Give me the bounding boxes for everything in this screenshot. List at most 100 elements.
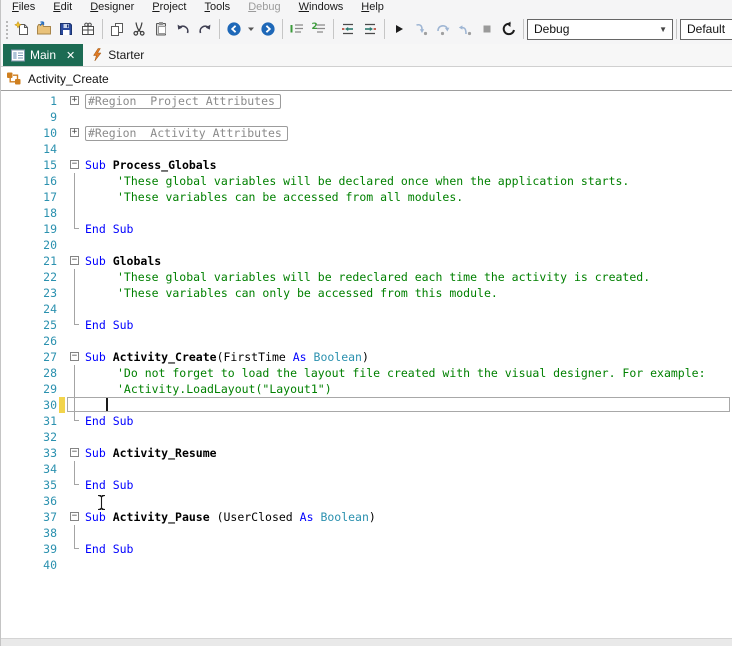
navigate-forward-button[interactable] <box>257 16 279 42</box>
line-number[interactable]: 32 <box>1 430 57 444</box>
code-line-25[interactable]: 25 End Sub <box>1 317 732 333</box>
code-line-9[interactable]: 9 <box>1 109 732 125</box>
line-number[interactable]: 33 <box>1 446 57 460</box>
toolbar-grip[interactable] <box>4 19 8 39</box>
collapse-region-icon[interactable]: − <box>70 448 79 457</box>
code-line-31[interactable]: 31 End Sub <box>1 413 732 429</box>
code-line-17[interactable]: 17 'These variables can be accessed from … <box>1 189 732 205</box>
line-number[interactable]: 29 <box>1 382 57 396</box>
code-editor[interactable]: 1 + #Region Project Attributes 9 10 + #Region … <box>1 90 732 638</box>
code-line-22[interactable]: 22 'These global variables will be redecl… <box>1 269 732 285</box>
package-button[interactable] <box>77 16 99 42</box>
line-number[interactable]: 9 <box>1 110 57 124</box>
line-number[interactable]: 30 <box>1 398 57 412</box>
code-line-24[interactable]: 24 <box>1 301 732 317</box>
line-number[interactable]: 28 <box>1 366 57 380</box>
indent-button[interactable] <box>359 16 381 42</box>
code-line-40[interactable]: 40 <box>1 557 732 573</box>
line-number[interactable]: 36 <box>1 494 57 508</box>
profile-select[interactable]: Default <box>680 18 732 40</box>
collapse-region-icon[interactable]: − <box>70 256 79 265</box>
line-number[interactable]: 23 <box>1 286 57 300</box>
line-number[interactable]: 15 <box>1 158 57 172</box>
collapsed-region-box[interactable]: #Region Project Attributes <box>85 93 281 109</box>
menu-edit[interactable]: Edit <box>44 1 81 14</box>
line-number[interactable]: 37 <box>1 510 57 524</box>
collapse-region-icon[interactable]: − <box>70 160 79 169</box>
code-line-28[interactable]: 28 'Do not forget to load the layout file… <box>1 365 732 381</box>
line-number[interactable]: 14 <box>1 142 57 156</box>
navigate-back-button[interactable] <box>223 16 245 42</box>
line-number[interactable]: 21 <box>1 254 57 268</box>
line-number[interactable]: 35 <box>1 478 57 492</box>
line-number[interactable]: 20 <box>1 238 57 252</box>
horizontal-scrollbar[interactable] <box>1 638 732 646</box>
paste-button[interactable] <box>150 16 172 42</box>
line-number[interactable]: 17 <box>1 190 57 204</box>
code-line-20[interactable]: 20 <box>1 237 732 253</box>
menu-designer[interactable]: Designer <box>81 1 143 14</box>
expand-region-icon[interactable]: + <box>70 96 79 105</box>
menu-project[interactable]: Project <box>143 1 195 14</box>
line-number[interactable]: 40 <box>1 558 57 572</box>
line-number[interactable]: 38 <box>1 526 57 540</box>
back-dropdown-button[interactable] <box>245 16 257 42</box>
line-number[interactable]: 18 <box>1 206 57 220</box>
code-line-35[interactable]: 35 End Sub <box>1 477 732 493</box>
line-number[interactable]: 22 <box>1 270 57 284</box>
code-line-14[interactable]: 14 <box>1 141 732 157</box>
code-line-16[interactable]: 16 'These global variables will be declar… <box>1 173 732 189</box>
code-line-21[interactable]: 21 − Sub Globals <box>1 253 732 269</box>
line-number[interactable]: 31 <box>1 414 57 428</box>
run-button[interactable] <box>388 16 410 42</box>
line-number[interactable]: 16 <box>1 174 57 188</box>
new-file-button[interactable] <box>11 16 33 42</box>
copy-button[interactable] <box>106 16 128 42</box>
code-line-36[interactable]: 36 <box>1 493 732 509</box>
code-line-39[interactable]: 39 End Sub <box>1 541 732 557</box>
code-line-27[interactable]: 27 − Sub Activity_Create (FirstTime As Bool… <box>1 349 732 365</box>
line-number[interactable]: 1 <box>1 94 57 108</box>
code-line-10[interactable]: 10 + #Region Activity Attributes <box>1 125 732 141</box>
uncomment-button[interactable]: 2 <box>308 16 330 42</box>
expand-region-icon[interactable]: + <box>70 128 79 137</box>
collapse-region-icon[interactable]: − <box>70 352 79 361</box>
line-number[interactable]: 25 <box>1 318 57 332</box>
undo-button[interactable] <box>172 16 194 42</box>
menu-help[interactable]: Help <box>352 1 393 14</box>
code-line-18[interactable]: 18 <box>1 205 732 221</box>
menu-files[interactable]: Files <box>3 1 44 14</box>
line-number[interactable]: 24 <box>1 302 57 316</box>
tab-starter[interactable]: Starter <box>83 44 152 66</box>
collapse-region-icon[interactable]: − <box>70 512 79 521</box>
comment-button[interactable] <box>286 16 308 42</box>
breadcrumb-sub-name[interactable]: Activity_Create <box>28 72 109 86</box>
line-number[interactable]: 27 <box>1 350 57 364</box>
code-line-34[interactable]: 34 <box>1 461 732 477</box>
line-number[interactable]: 10 <box>1 126 57 140</box>
line-number[interactable]: 19 <box>1 222 57 236</box>
code-line-30[interactable]: 30 <box>1 397 732 413</box>
close-tab-icon[interactable]: ✕ <box>66 49 75 62</box>
line-number[interactable]: 34 <box>1 462 57 476</box>
code-line-23[interactable]: 23 'These variables can only be accessed … <box>1 285 732 301</box>
outdent-button[interactable] <box>337 16 359 42</box>
line-number[interactable]: 26 <box>1 334 57 348</box>
open-project-button[interactable] <box>33 16 55 42</box>
tab-main[interactable]: Main ✕ <box>3 44 84 66</box>
code-line-37[interactable]: 37 − Sub Activity_Pause (UserClosed As Boo… <box>1 509 732 525</box>
code-line-32[interactable]: 32 <box>1 429 732 445</box>
code-line-15[interactable]: 15 − Sub Process_Globals <box>1 157 732 173</box>
code-line-33[interactable]: 33 − Sub Activity_Resume <box>1 445 732 461</box>
build-configuration-select[interactable]: Debug ▼ <box>527 18 673 40</box>
code-line-1[interactable]: 1 + #Region Project Attributes <box>1 93 732 109</box>
redo-button[interactable] <box>194 16 216 42</box>
save-button[interactable] <box>55 16 77 42</box>
cut-button[interactable] <box>128 16 150 42</box>
rebuild-button[interactable] <box>498 16 520 42</box>
menu-windows[interactable]: Windows <box>290 1 353 14</box>
collapsed-region-box[interactable]: #Region Activity Attributes <box>85 125 288 141</box>
code-line-26[interactable]: 26 <box>1 333 732 349</box>
line-number[interactable]: 39 <box>1 542 57 556</box>
code-line-19[interactable]: 19 End Sub <box>1 221 732 237</box>
